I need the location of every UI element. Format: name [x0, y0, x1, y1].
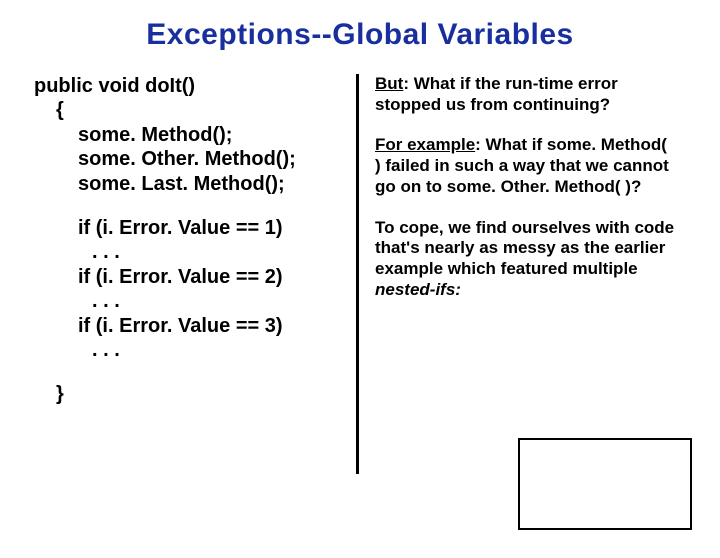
lead-word: For example — [375, 135, 475, 154]
empty-callout-box — [518, 438, 692, 530]
code-line: some. Last. Method(); — [34, 172, 354, 196]
code-ref: some. Other. Method( ) — [447, 177, 631, 196]
code-line: if (i. Error. Value == 2) — [34, 265, 354, 289]
italic-term: nested-ifs: — [375, 280, 461, 299]
lead-word: But — [375, 74, 403, 93]
code-line: public void doIt() — [34, 74, 354, 98]
vertical-divider — [356, 74, 359, 474]
code-line: . . . — [34, 338, 354, 362]
code-block-ifs: if (i. Error. Value == 1) . . . if (i. E… — [34, 216, 354, 362]
code-line: . . . — [34, 240, 354, 264]
code-block-top: public void doIt() { some. Method(); som… — [34, 74, 354, 196]
code-line: some. Method(); — [34, 123, 354, 147]
content-columns: public void doIt() { some. Method(); som… — [0, 74, 720, 474]
text: ? — [631, 177, 641, 196]
code-line: { — [34, 98, 354, 122]
text: : What if the run-time error stopped us … — [375, 74, 618, 114]
text: To cope, we find ourselves with code tha… — [375, 218, 674, 278]
para-example: For example: What if some. Method( ) fai… — [375, 135, 675, 197]
para-but: But: What if the run-time error stopped … — [375, 74, 675, 115]
para-cope: To cope, we find ourselves with code tha… — [375, 218, 675, 301]
slide-title: Exceptions--Global Variables — [0, 18, 720, 52]
text: : What if — [475, 135, 547, 154]
explain-column: But: What if the run-time error stopped … — [375, 74, 675, 474]
code-line: some. Other. Method(); — [34, 147, 354, 171]
code-line: . . . — [34, 289, 354, 313]
code-line: } — [34, 382, 354, 406]
code-column: public void doIt() { some. Method(); som… — [34, 74, 354, 474]
code-line: if (i. Error. Value == 3) — [34, 314, 354, 338]
code-line: if (i. Error. Value == 1) — [34, 216, 354, 240]
